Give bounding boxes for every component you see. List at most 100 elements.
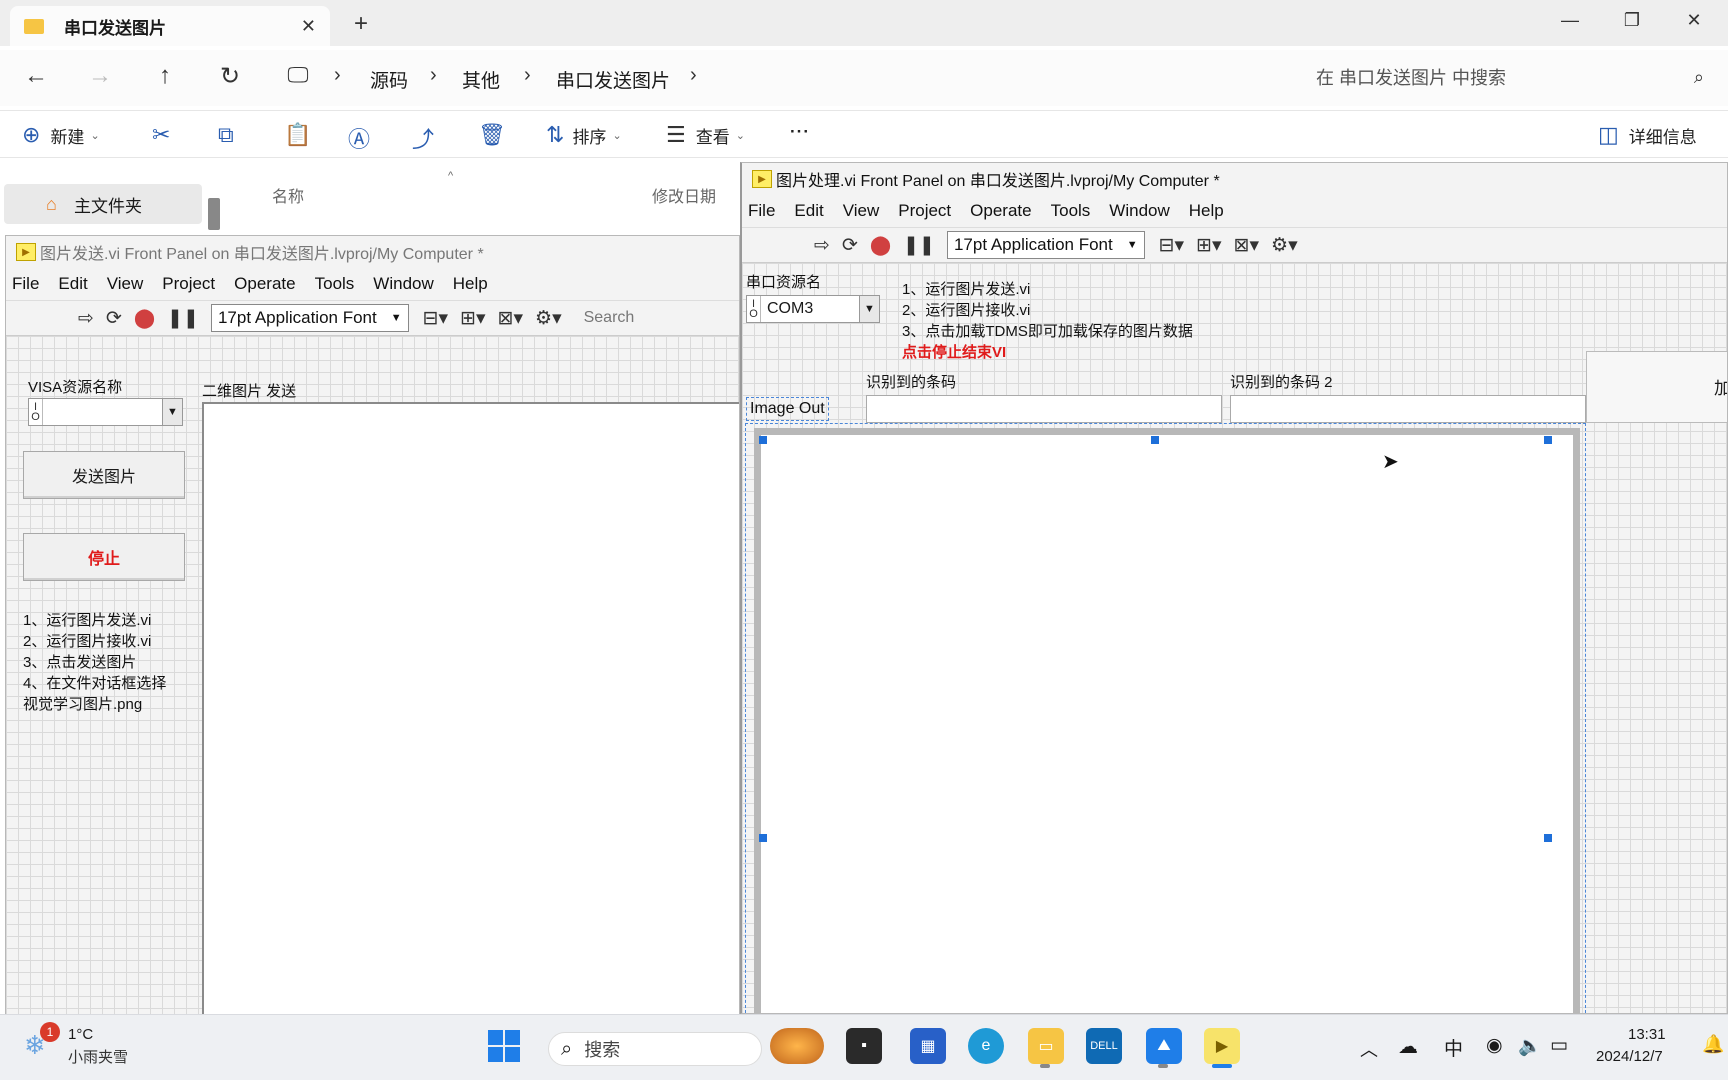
weather-temperature[interactable]: 1°C: [68, 1026, 93, 1043]
menu-tools[interactable]: Tools: [315, 274, 355, 294]
menu-help[interactable]: Help: [1189, 201, 1224, 221]
share-icon[interactable]: ⤴: [412, 122, 434, 154]
forward-icon[interactable]: →: [80, 62, 120, 90]
menu-edit[interactable]: Edit: [794, 201, 823, 221]
menu-tools[interactable]: Tools: [1051, 201, 1091, 221]
paste-icon[interactable]: 📋: [284, 122, 311, 148]
tab-current-folder[interactable]: 串口发送图片 ✕: [10, 6, 330, 46]
reorder-icon[interactable]: ⚙▾: [1271, 234, 1298, 257]
resize-handle[interactable]: [1544, 834, 1552, 842]
clock-date[interactable]: 2024/12/7: [1596, 1048, 1663, 1065]
distribute-objects-icon[interactable]: ⊞▾: [1196, 234, 1221, 257]
align-objects-icon[interactable]: ⊟▾: [423, 307, 448, 330]
photos-app-icon[interactable]: ⛰: [1146, 1028, 1182, 1064]
menu-file[interactable]: File: [748, 201, 775, 221]
column-header-name[interactable]: 名称: [272, 183, 304, 207]
font-selector[interactable]: 17pt Application Font ▼: [210, 304, 409, 332]
labview-icon[interactable]: ▶: [1204, 1028, 1240, 1064]
image-display-send[interactable]: [202, 402, 739, 1014]
restore-button[interactable]: ❐: [1602, 4, 1662, 36]
notification-bell-icon[interactable]: 🔔: [1702, 1034, 1724, 1055]
sort-button[interactable]: ⇅ 排序 ⌄: [546, 122, 622, 148]
menu-operate[interactable]: Operate: [970, 201, 1031, 221]
chevron-up-icon[interactable]: ︿: [1360, 1036, 1378, 1062]
image-out-display[interactable]: [754, 428, 1580, 1013]
close-window-button[interactable]: ✕: [1664, 4, 1724, 36]
toolbar-search[interactable]: Search: [584, 309, 635, 327]
load-tdms-button[interactable]: 加: [1586, 351, 1727, 423]
view-button[interactable]: ☰ 查看 ⌄: [666, 122, 745, 148]
dropdown-arrow-icon[interactable]: ▼: [162, 399, 182, 425]
search-highlight-icon[interactable]: [770, 1028, 824, 1064]
battery-icon[interactable]: ▭: [1550, 1034, 1568, 1057]
run-icon[interactable]: ⇨: [78, 307, 94, 330]
sidebar-item-home[interactable]: ⌂ 主文件夹: [4, 184, 202, 224]
menu-help[interactable]: Help: [453, 274, 488, 294]
ime-indicator[interactable]: 中: [1444, 1034, 1463, 1061]
search-icon[interactable]: ⌕: [1694, 67, 1704, 88]
taskbar-search[interactable]: ⌕ 搜索: [548, 1032, 762, 1066]
details-pane-button[interactable]: ◫ 详细信息: [1598, 122, 1697, 148]
run-continuously-icon[interactable]: ⟳: [842, 234, 858, 257]
reorder-icon[interactable]: ⚙▾: [535, 307, 562, 330]
breadcrumb-item[interactable]: 串口发送图片: [556, 66, 670, 93]
minimize-button[interactable]: —: [1540, 4, 1600, 36]
onedrive-icon[interactable]: ☁: [1398, 1034, 1418, 1059]
refresh-icon[interactable]: ↻: [210, 62, 250, 91]
dropdown-arrow-icon[interactable]: ▼: [859, 296, 879, 322]
copy-icon[interactable]: ⧉: [218, 122, 234, 148]
menu-view[interactable]: View: [107, 274, 144, 294]
back-icon[interactable]: ←: [16, 62, 56, 90]
task-view-icon[interactable]: ▪: [846, 1028, 882, 1064]
breadcrumb-item[interactable]: 其他: [462, 66, 500, 93]
new-tab-button[interactable]: +: [354, 10, 368, 38]
chevron-right-icon[interactable]: ›: [524, 64, 531, 87]
more-options-button[interactable]: ···: [790, 122, 810, 142]
cut-icon[interactable]: ✂: [152, 122, 170, 148]
dell-app-icon[interactable]: DELL: [1086, 1028, 1122, 1064]
image-out-label[interactable]: Image Out: [746, 397, 829, 421]
microsoft-store-icon[interactable]: ▦: [910, 1028, 946, 1064]
send-image-button[interactable]: 发送图片: [23, 451, 185, 499]
font-selector[interactable]: 17pt Application Font ▼: [946, 231, 1145, 259]
menu-project[interactable]: Project: [898, 201, 951, 221]
close-tab-icon[interactable]: ✕: [301, 16, 316, 37]
sidebar-scrollbar[interactable]: [208, 198, 220, 230]
up-icon[interactable]: ↑: [145, 62, 185, 90]
delete-icon[interactable]: 🗑: [478, 122, 506, 148]
run-icon[interactable]: ⇨: [814, 234, 830, 257]
menu-window[interactable]: Window: [373, 274, 433, 294]
wifi-icon[interactable]: ◉: [1486, 1034, 1503, 1057]
start-button[interactable]: [488, 1030, 520, 1062]
this-pc-icon[interactable]: 🖵: [278, 62, 318, 88]
menu-operate[interactable]: Operate: [234, 274, 295, 294]
weather-description[interactable]: 小雨夹雪: [68, 1046, 128, 1067]
stop-button[interactable]: 停止: [23, 533, 185, 581]
chevron-right-icon[interactable]: ›: [690, 64, 697, 87]
file-explorer-icon[interactable]: ▭: [1028, 1028, 1064, 1064]
distribute-objects-icon[interactable]: ⊞▾: [460, 307, 485, 330]
resize-handle[interactable]: [1544, 436, 1552, 444]
visa-resource-control[interactable]: IO ▼: [28, 398, 183, 426]
resize-objects-icon[interactable]: ⊠▾: [1234, 234, 1259, 257]
menu-file[interactable]: File: [12, 274, 39, 294]
chevron-right-icon[interactable]: ›: [430, 64, 437, 87]
serial-resource-control[interactable]: IO COM3 ▼: [746, 295, 880, 323]
menu-edit[interactable]: Edit: [58, 274, 87, 294]
run-continuously-icon[interactable]: ⟳: [106, 307, 122, 330]
pause-icon[interactable]: ❚❚: [167, 307, 199, 330]
abort-icon[interactable]: ⬤: [870, 234, 891, 257]
menu-view[interactable]: View: [843, 201, 880, 221]
column-header-modified[interactable]: 修改日期: [652, 183, 716, 207]
resize-handle[interactable]: [1151, 436, 1159, 444]
menu-project[interactable]: Project: [162, 274, 215, 294]
pause-icon[interactable]: ❚❚: [903, 234, 935, 257]
edge-browser-icon[interactable]: e: [968, 1028, 1004, 1064]
search-input[interactable]: 在 串口发送图片 中搜索 ⌕: [1276, 58, 1716, 96]
resize-handle[interactable]: [759, 436, 767, 444]
new-button[interactable]: ⊕ 新建 ⌄: [22, 122, 100, 148]
resize-handle[interactable]: [759, 834, 767, 842]
resize-objects-icon[interactable]: ⊠▾: [498, 307, 523, 330]
chevron-right-icon[interactable]: ›: [334, 64, 341, 87]
align-objects-icon[interactable]: ⊟▾: [1159, 234, 1184, 257]
